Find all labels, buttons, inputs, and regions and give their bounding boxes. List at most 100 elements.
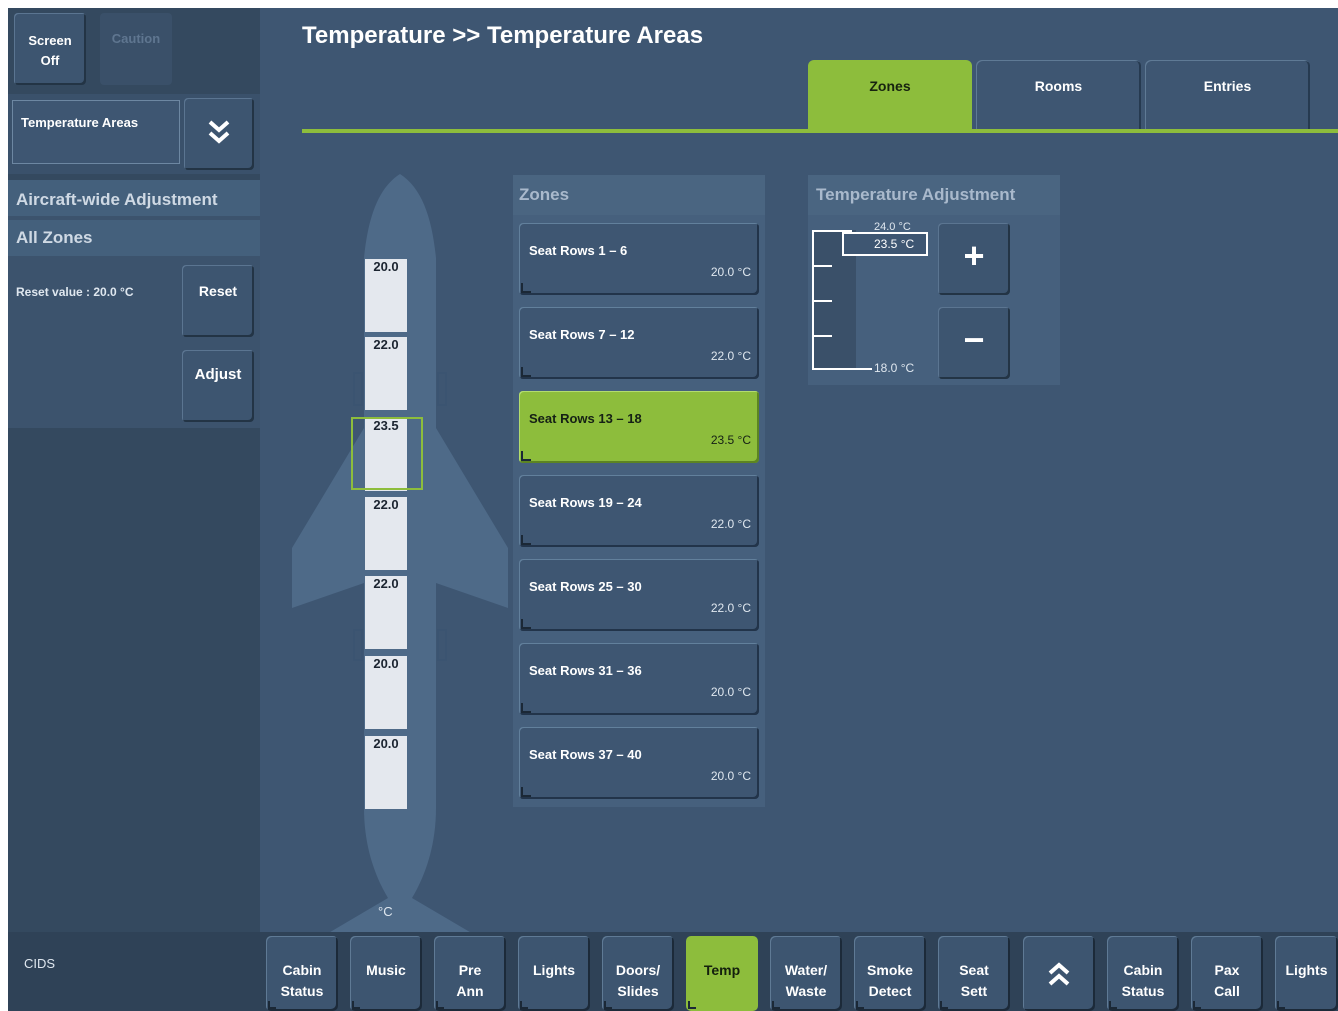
plus-icon: + xyxy=(963,235,985,276)
tab-zones[interactable]: Zones xyxy=(808,60,972,132)
scale-min-label: 18.0 °C xyxy=(874,361,915,375)
nav-smoke-detect[interactable]: Smoke Detect xyxy=(854,936,926,1011)
corner-marker-icon xyxy=(856,1001,864,1009)
current-temperature-box: 23.5 °C xyxy=(842,232,928,256)
corner-marker-icon xyxy=(1109,1001,1117,1009)
reset-button[interactable]: Reset xyxy=(182,265,254,337)
tab-rooms[interactable]: Rooms xyxy=(976,60,1141,132)
sidebar: Screen Off Caution Temperature Areas Air… xyxy=(8,8,260,932)
screen-off-button[interactable]: Screen Off xyxy=(14,13,86,85)
zone-cell-4[interactable]: 22.0 xyxy=(365,497,407,570)
corner-marker-icon xyxy=(521,619,531,629)
zone-cell-value: 20.0 xyxy=(373,656,399,671)
zones-panel: Zones Seat Rows 1 – 6 20.0 °C Seat Rows 7… xyxy=(513,175,765,807)
zone-cell-selection-frame xyxy=(351,417,423,490)
nav-label: Lights xyxy=(1285,962,1328,978)
zone-row-6[interactable]: Seat Rows 31 – 36 20.0 °C xyxy=(519,643,759,715)
tab-underline xyxy=(302,129,1338,133)
scale-tick xyxy=(812,300,832,302)
aircraft-wide-header: Aircraft-wide Adjustment xyxy=(8,180,260,216)
nav-water-waste[interactable]: Water/Waste xyxy=(770,936,842,1011)
zone-label: Seat Rows 25 – 30 xyxy=(529,579,642,594)
nav-label: Cabin xyxy=(1123,962,1163,978)
nav-label: Detect xyxy=(868,983,912,999)
section-title: Aircraft-wide Adjustment xyxy=(16,190,218,209)
adjust-button[interactable]: Adjust xyxy=(182,350,254,422)
zone-label: Seat Rows 1 – 6 xyxy=(529,243,628,258)
zone-value: 22.0 °C xyxy=(710,601,751,615)
nav-cabin-status[interactable]: Cabin Status xyxy=(266,936,338,1011)
corner-marker-icon xyxy=(521,283,531,293)
tab-entries[interactable]: Entries xyxy=(1145,60,1310,132)
zone-value: 22.0 °C xyxy=(710,349,751,363)
nav-label: Seat xyxy=(959,962,989,978)
nav-lights-2[interactable]: Lights xyxy=(1275,936,1338,1011)
zone-value: 20.0 °C xyxy=(710,685,751,699)
chevron-double-down-icon xyxy=(207,118,231,149)
temp-adjust-title: Temperature Adjustment xyxy=(816,185,1016,204)
nav-label: Call xyxy=(1214,983,1240,999)
zone-cell-2[interactable]: 22.0 xyxy=(365,337,407,410)
zone-label: Seat Rows 13 – 18 xyxy=(529,411,642,426)
nav-label: Temp xyxy=(703,962,741,978)
nav-lights[interactable]: Lights xyxy=(518,936,590,1011)
tab-zones-label: Zones xyxy=(869,78,911,94)
nav-temp[interactable]: Temp xyxy=(686,936,758,1011)
nav-pax-call[interactable]: Pax Call xyxy=(1191,936,1263,1011)
zone-row-4[interactable]: Seat Rows 19 – 24 22.0 °C xyxy=(519,475,759,547)
zone-row-2[interactable]: Seat Rows 7 – 12 22.0 °C xyxy=(519,307,759,379)
zones-panel-title: Zones xyxy=(519,185,570,204)
nav-cabin-status-2[interactable]: Cabin Status xyxy=(1107,936,1179,1011)
corner-marker-icon xyxy=(940,1001,948,1009)
nav-music[interactable]: Music xyxy=(350,936,422,1011)
corner-marker-icon xyxy=(520,1001,528,1009)
corner-marker-icon xyxy=(521,367,531,377)
current-temperature-label: 23.5 °C xyxy=(874,237,915,251)
nav-doors-slides[interactable]: Doors/Slides xyxy=(602,936,674,1011)
caution-button[interactable]: Caution xyxy=(100,13,172,85)
nav-seat-sett[interactable]: Seat Sett xyxy=(938,936,1010,1011)
subsection-title: All Zones xyxy=(16,228,93,247)
adjust-label: Adjust xyxy=(194,366,242,383)
scale-tick xyxy=(812,368,872,370)
decrease-temperature-button[interactable]: − xyxy=(938,307,1010,379)
tab-entries-label: Entries xyxy=(1203,78,1252,94)
nav-pre-ann[interactable]: Pre Ann xyxy=(434,936,506,1011)
screen-off-label-2: Off xyxy=(40,53,60,68)
corner-marker-icon xyxy=(604,1001,612,1009)
zone-value: 22.0 °C xyxy=(710,517,751,531)
zone-cell-1[interactable]: 20.0 xyxy=(365,259,407,332)
page-select-box[interactable]: Temperature Areas xyxy=(12,100,180,164)
corner-marker-icon xyxy=(521,787,531,797)
zone-row-5[interactable]: Seat Rows 25 – 30 22.0 °C xyxy=(519,559,759,631)
page-select-dropdown-button[interactable] xyxy=(184,98,254,170)
corner-marker-icon xyxy=(521,451,531,461)
corner-marker-icon xyxy=(521,703,531,713)
caution-label: Caution xyxy=(111,31,161,46)
corner-marker-icon xyxy=(772,1001,780,1009)
nav-label: Slides xyxy=(617,983,659,999)
cids-screen: Screen Off Caution Temperature Areas Air… xyxy=(8,8,1338,1011)
nav-label: Pax xyxy=(1214,962,1240,978)
zone-cell-value: 22.0 xyxy=(373,497,399,512)
cabin-map-unit: °C xyxy=(378,904,393,919)
zone-cell-6[interactable]: 20.0 xyxy=(365,656,407,729)
scale-tick xyxy=(812,335,832,337)
corner-marker-icon xyxy=(688,1001,696,1009)
increase-temperature-button[interactable]: + xyxy=(938,223,1010,295)
nav-label: Doors/ xyxy=(615,962,661,978)
nav-expand-button[interactable] xyxy=(1023,936,1095,1011)
zone-cell-value: 20.0 xyxy=(373,259,399,274)
zone-cell-value: 22.0 xyxy=(373,576,399,591)
zone-row-7[interactable]: Seat Rows 37 – 40 20.0 °C xyxy=(519,727,759,799)
zone-cell-7[interactable]: 20.0 xyxy=(365,736,407,809)
zone-value: 20.0 °C xyxy=(710,769,751,783)
chevron-double-up-icon xyxy=(1047,960,1071,994)
scale-tick xyxy=(812,265,832,267)
zone-cell-5[interactable]: 22.0 xyxy=(365,576,407,649)
page-select-label: Temperature Areas xyxy=(21,115,139,130)
corner-marker-icon xyxy=(1193,1001,1201,1009)
zone-label: Seat Rows 7 – 12 xyxy=(529,327,635,342)
zone-row-3[interactable]: Seat Rows 13 – 18 23.5 °C xyxy=(519,391,759,463)
zone-row-1[interactable]: Seat Rows 1 – 6 20.0 °C xyxy=(519,223,759,295)
